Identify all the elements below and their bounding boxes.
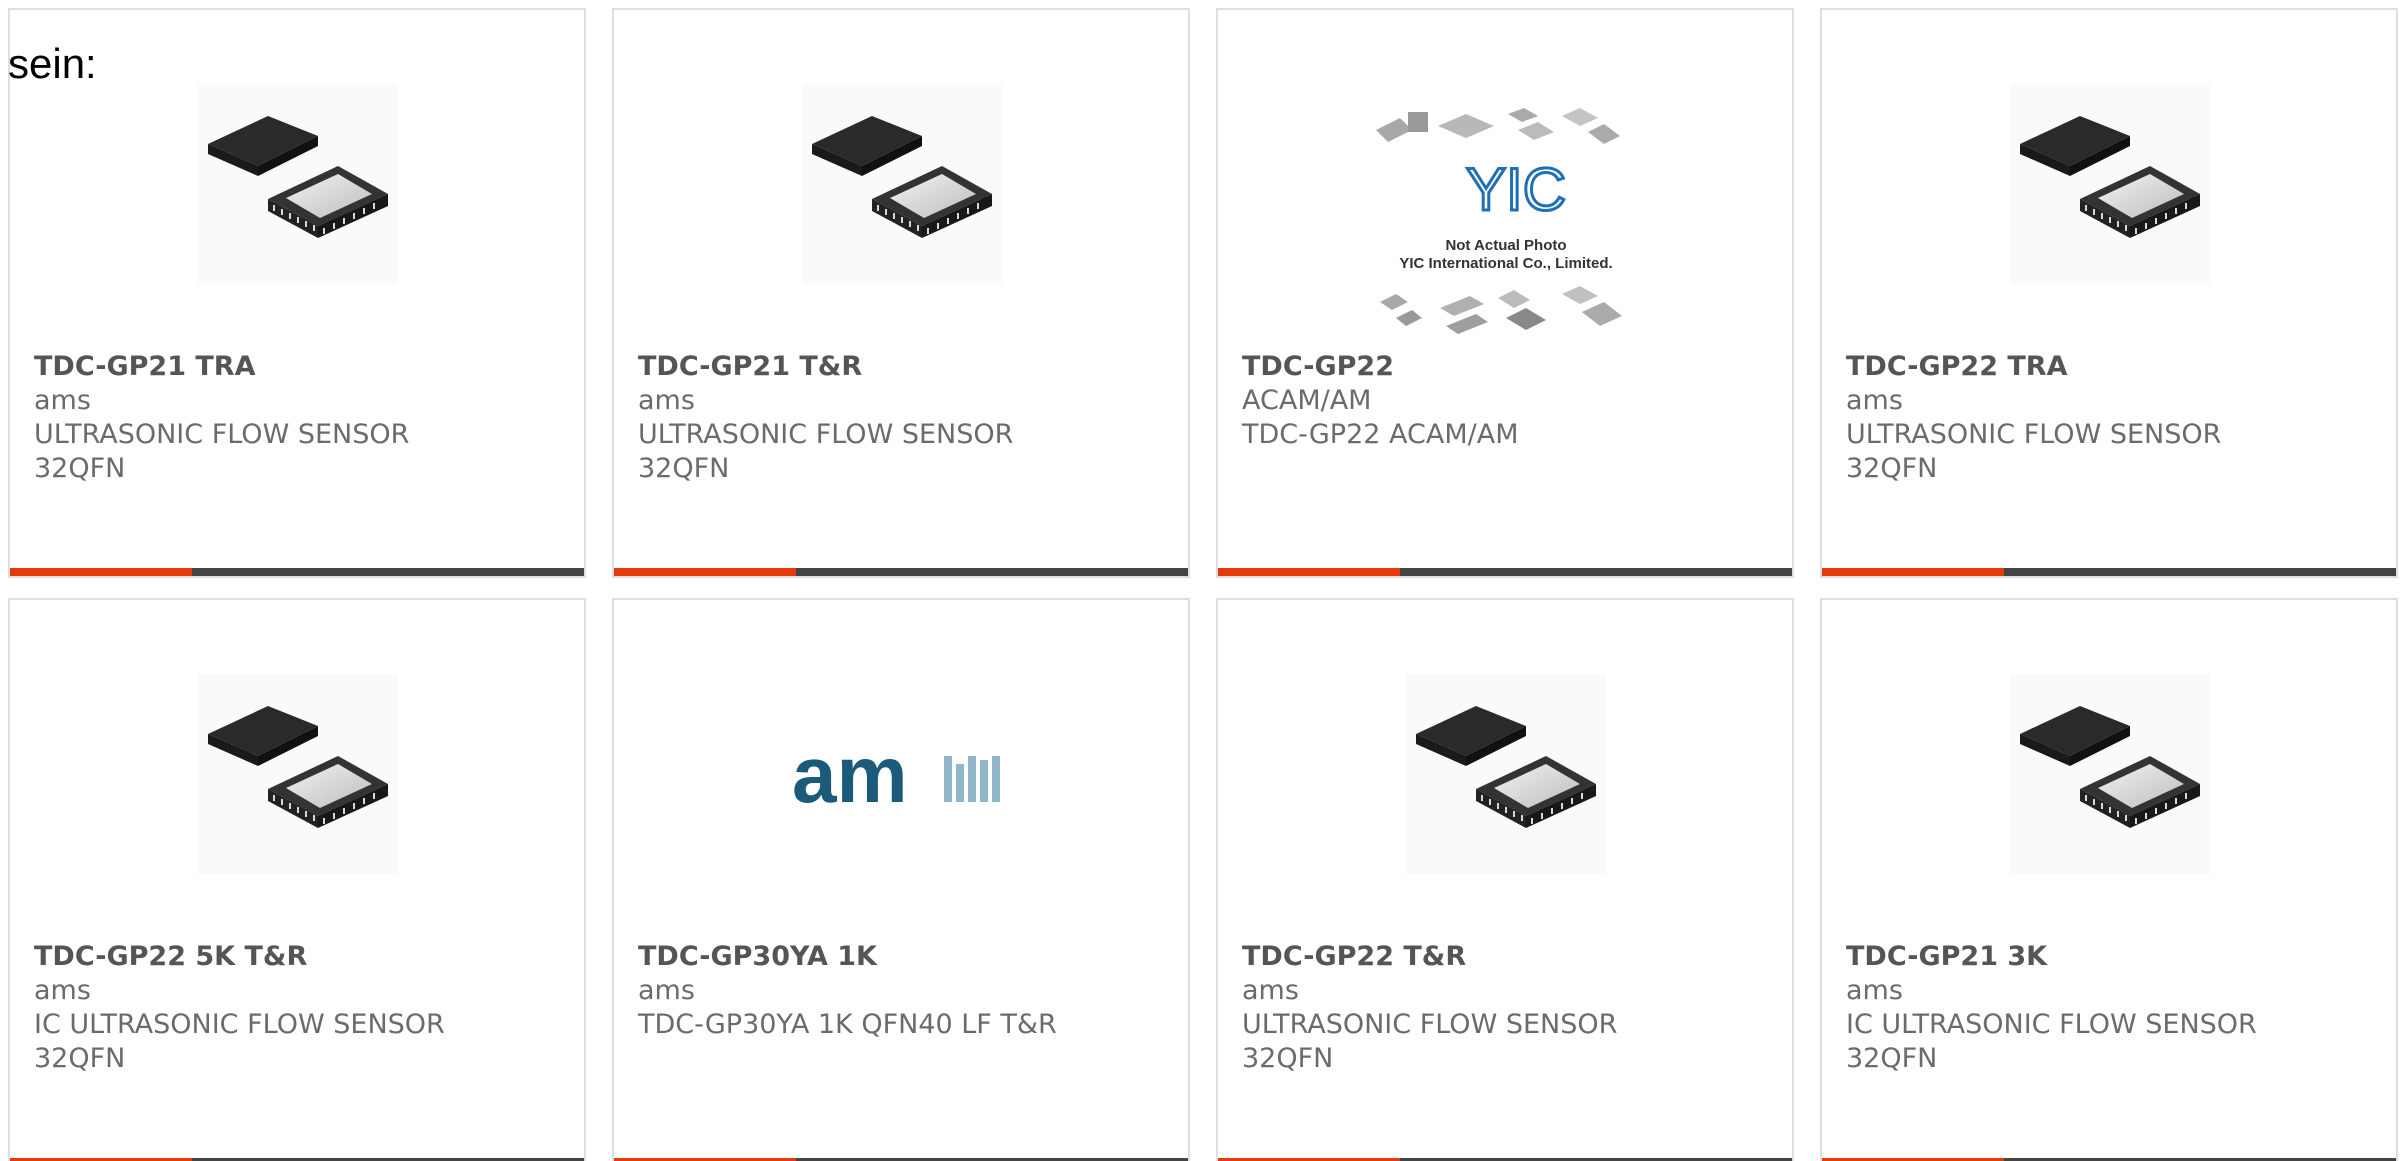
manufacturer: ams <box>34 385 91 416</box>
product-grid: TDC-GP21 TRA ams ULTRASONIC FLOW SENSOR … <box>8 8 2400 1161</box>
product-card[interactable]: TDC-GP21 T&R ams ULTRASONIC FLOW SENSOR … <box>612 8 1190 578</box>
qfn-chip-icon <box>1406 674 1606 874</box>
qfn-chip-icon <box>802 84 1002 284</box>
card-bottom-bar <box>614 568 1188 576</box>
manufacturer: ams <box>638 975 695 1006</box>
product-card[interactable]: TDC-GP22 T&R ams ULTRASONIC FLOW SENSOR … <box>1216 598 1794 1161</box>
description: TDC-GP30YA 1K QFN40 LF T&R <box>638 1009 1057 1040</box>
card-bottom-bar <box>1822 568 2396 576</box>
manufacturer: ams <box>1846 975 1903 1006</box>
qfn-chip-icon <box>198 84 398 284</box>
product-card[interactable]: YIC Not Actual Photo YIC International C… <box>1216 8 1794 578</box>
description: ULTRASONIC FLOW SENSOR <box>638 419 1014 450</box>
description: IC ULTRASONIC FLOW SENSOR <box>1846 1009 2257 1040</box>
package: 32QFN <box>1242 1043 1334 1074</box>
manufacturer: ACAM/AM <box>1242 385 1372 416</box>
part-number[interactable]: TDC-GP22 5K T&R <box>34 940 564 974</box>
part-number[interactable]: TDC-GP30YA 1K <box>638 940 1168 974</box>
product-card[interactable]: TDC-GP21 3K ams IC ULTRASONIC FLOW SENSO… <box>1820 598 2398 1161</box>
ams-logo-icon: am <box>792 720 1012 830</box>
card-bottom-bar <box>10 568 584 576</box>
part-number[interactable]: TDC-GP21 3K <box>1846 940 2376 974</box>
description: ULTRASONIC FLOW SENSOR <box>34 419 410 450</box>
package: 32QFN <box>638 453 730 484</box>
page-lead-text: sein: <box>8 40 97 87</box>
description: TDC-GP22 ACAM/AM <box>1242 419 1519 450</box>
package: 32QFN <box>1846 1043 1938 1074</box>
part-number[interactable]: TDC-GP22 <box>1242 350 1772 384</box>
product-card[interactable]: TDC-GP22 5K T&R ams IC ULTRASONIC FLOW S… <box>8 598 586 1161</box>
description: ULTRASONIC FLOW SENSOR <box>1242 1009 1618 1040</box>
package: 32QFN <box>34 1043 126 1074</box>
yic-placeholder-icon: YIC Not Actual Photo YIC International C… <box>1366 90 1646 350</box>
description: ULTRASONIC FLOW SENSOR <box>1846 419 2222 450</box>
image-caption-1: Not Actual Photo <box>1445 237 1566 254</box>
part-number[interactable]: TDC-GP22 TRA <box>1846 350 2376 384</box>
manufacturer: ams <box>1846 385 1903 416</box>
part-number[interactable]: TDC-GP21 T&R <box>638 350 1168 384</box>
card-bottom-bar <box>1218 568 1792 576</box>
logo-text: am <box>792 730 908 819</box>
description: IC ULTRASONIC FLOW SENSOR <box>34 1009 445 1040</box>
manufacturer: ams <box>638 385 695 416</box>
package: 32QFN <box>34 453 126 484</box>
qfn-chip-icon <box>2010 674 2210 874</box>
package: 32QFN <box>1846 453 1938 484</box>
qfn-chip-icon <box>198 674 398 874</box>
svg-text:YIC: YIC <box>1466 156 1566 223</box>
manufacturer: ams <box>34 975 91 1006</box>
product-card[interactable]: am TDC-GP30YA 1K ams TDC-GP30YA 1K QFN40… <box>612 598 1190 1161</box>
part-number[interactable]: TDC-GP22 T&R <box>1242 940 1772 974</box>
qfn-chip-icon <box>2010 84 2210 284</box>
manufacturer: ams <box>1242 975 1299 1006</box>
image-caption-2: YIC International Co., Limited. <box>1399 255 1612 272</box>
product-card[interactable]: TDC-GP22 TRA ams ULTRASONIC FLOW SENSOR … <box>1820 8 2398 578</box>
part-number[interactable]: TDC-GP21 TRA <box>34 350 564 384</box>
